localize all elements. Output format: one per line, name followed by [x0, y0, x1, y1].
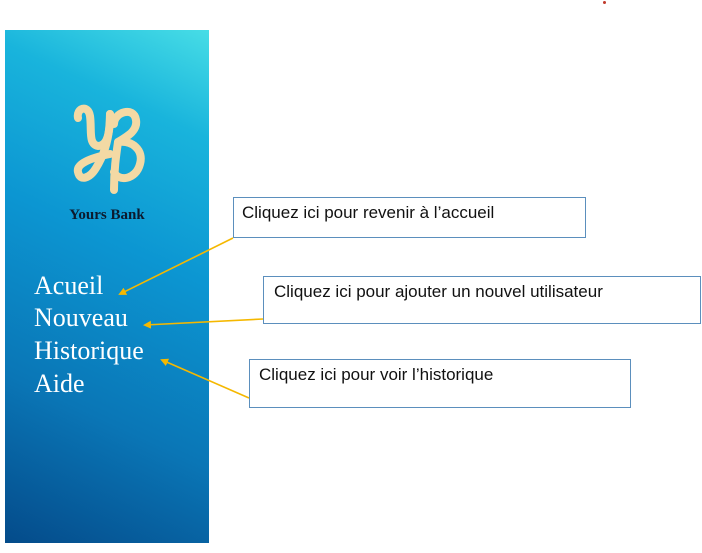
nav-item-aide[interactable]: Aide — [34, 366, 144, 402]
stray-red-dot — [603, 1, 606, 4]
nav-item-acueil[interactable]: Acueil — [34, 268, 144, 304]
yours-bank-logo — [73, 104, 145, 194]
nav-item-nouveau[interactable]: Nouveau — [34, 300, 144, 336]
sidebar: Yours Bank Acueil Nouveau Historique Aid… — [5, 30, 209, 543]
nav-item-historique[interactable]: Historique — [34, 333, 144, 369]
sidebar-nav: Acueil Nouveau Historique Aide — [34, 268, 144, 402]
callout-accueil: Cliquez ici pour revenir à l’accueil — [233, 197, 586, 238]
brand-name: Yours Bank — [69, 207, 145, 223]
callout-historique: Cliquez ici pour voir l’historique — [249, 359, 631, 408]
page: Yours Bank Acueil Nouveau Historique Aid… — [0, 0, 702, 553]
callout-nouveau: Cliquez ici pour ajouter un nouvel utili… — [263, 276, 701, 324]
